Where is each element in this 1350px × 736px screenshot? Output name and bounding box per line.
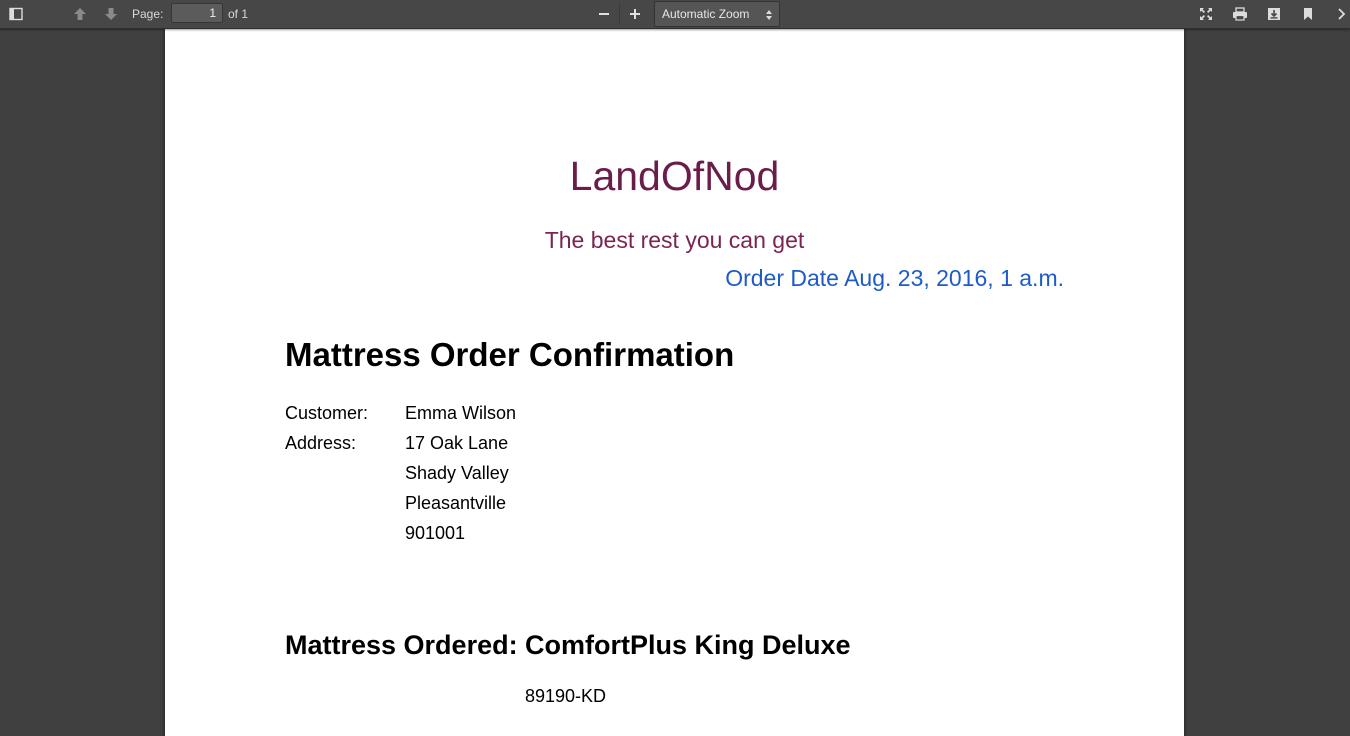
bookmark-button[interactable] <box>1296 0 1320 28</box>
zoom-in-button[interactable] <box>624 0 646 28</box>
next-page-icon <box>105 8 117 20</box>
customer-label: Customer: <box>285 403 369 423</box>
print-icon <box>1233 7 1247 21</box>
download-button[interactable] <box>1262 0 1286 28</box>
address-line: 17 Oak Lane <box>405 433 509 453</box>
page-label: Page: <box>132 7 164 21</box>
zoom-in-icon <box>630 9 640 19</box>
brand-name: LandOfNod <box>569 153 780 199</box>
tools-icon <box>1338 8 1346 20</box>
mattress-ordered-label: Mattress Ordered: <box>285 630 518 660</box>
zoom-select[interactable]: Automatic Zoom <box>654 1 780 27</box>
sidebar-toggle-button[interactable] <box>4 0 28 28</box>
address-label: Address: <box>285 433 357 453</box>
order-date: Order Date Aug. 23, 2016, 1 a.m. <box>725 265 1064 291</box>
mattress-name: ComfortPlus King Deluxe <box>525 630 851 660</box>
sidebar-toggle-icon <box>9 7 23 21</box>
pdf-page: LandOfNod The best rest you can get Orde… <box>165 29 1184 736</box>
document-viewer[interactable]: LandOfNod The best rest you can get Orde… <box>0 29 1350 736</box>
select-arrows-icon <box>766 10 772 20</box>
address-postcode: 901001 <box>405 523 466 543</box>
zoom-out-icon <box>599 13 609 15</box>
brand-tagline: The best rest you can get <box>544 227 805 253</box>
address-line: Pleasantville <box>405 493 507 513</box>
toolbar-divider <box>619 4 620 24</box>
page-count: of 1 <box>228 7 249 21</box>
address-line: Shady Valley <box>405 463 509 483</box>
presentation-mode-button[interactable] <box>1194 0 1218 28</box>
presentation-mode-icon <box>1200 8 1212 20</box>
previous-page-icon <box>74 8 86 20</box>
bookmark-icon <box>1304 8 1312 20</box>
pdf-toolbar: Page: of 1 Automatic Zoom <box>0 0 1350 29</box>
print-button[interactable] <box>1228 0 1252 28</box>
zoom-out-button[interactable] <box>593 0 615 28</box>
next-page-button[interactable] <box>99 0 123 28</box>
mattress-sku: 89190-KD <box>525 686 607 706</box>
customer-name: Emma Wilson <box>405 403 517 423</box>
download-icon <box>1268 8 1280 20</box>
confirmation-title: Mattress Order Confirmation <box>285 336 735 373</box>
page-number-input[interactable] <box>171 3 223 23</box>
tools-button[interactable] <box>1334 0 1350 28</box>
zoom-select-value: Automatic Zoom <box>662 7 750 21</box>
previous-page-button[interactable] <box>68 0 92 28</box>
